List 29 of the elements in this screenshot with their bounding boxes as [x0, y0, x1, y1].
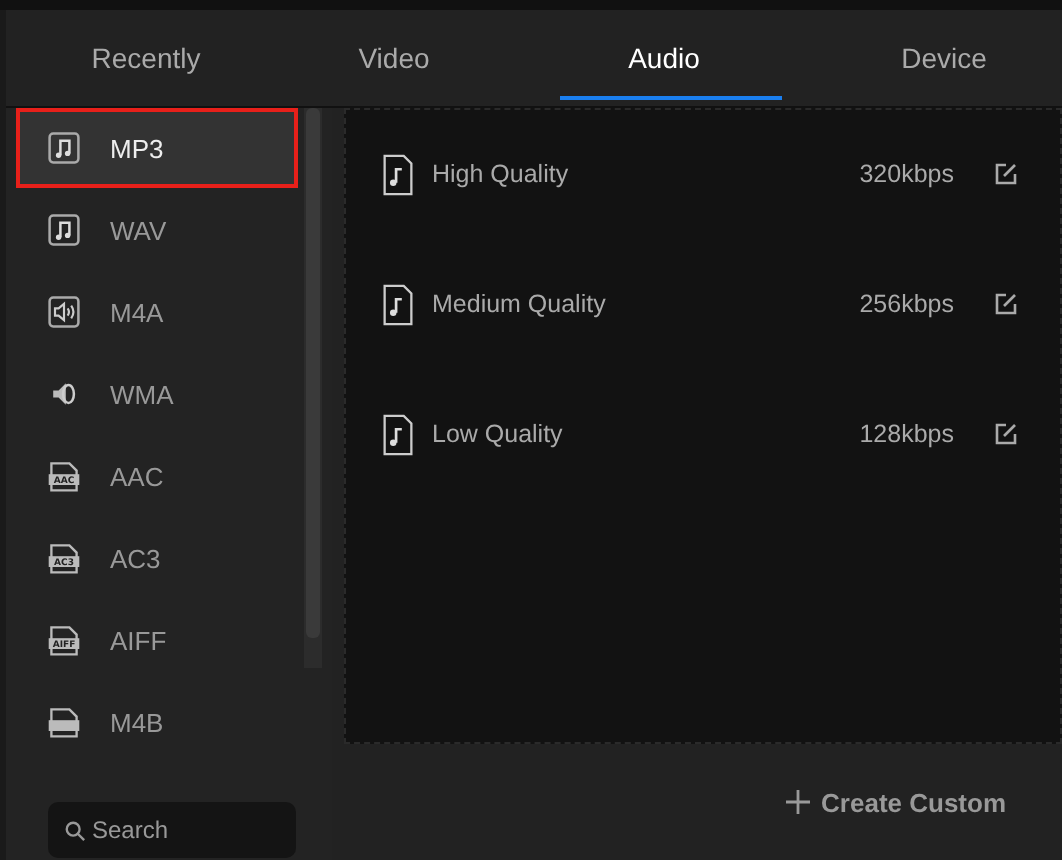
file-icon	[46, 704, 82, 740]
preset-name: Medium Quality	[432, 290, 608, 318]
format-item[interactable]: M4B	[16, 682, 298, 762]
edit-icon[interactable]	[994, 292, 1018, 316]
bitrate: 320kbps	[857, 160, 954, 188]
tab[interactable]: Audio	[502, 10, 826, 106]
audio-file-icon	[382, 153, 414, 195]
bitrate: 256kbps	[857, 290, 954, 318]
tab[interactable]: Device	[826, 10, 1062, 106]
format-item[interactable]: WAV	[16, 190, 298, 270]
tab[interactable]: Recently	[6, 10, 286, 106]
bitrate: 128kbps	[857, 420, 954, 448]
music-note-icon	[46, 212, 82, 248]
format-item[interactable]: WMA	[16, 354, 298, 434]
plus-icon	[785, 790, 810, 814]
preset-name: Low Quality	[432, 420, 565, 448]
music-note-icon	[46, 130, 82, 166]
edit-icon[interactable]	[994, 422, 1018, 446]
tab[interactable]: Video	[286, 10, 502, 106]
preset-name: High Quality	[432, 160, 571, 188]
audio-file-icon	[382, 413, 414, 455]
scrollbar-thumb[interactable]	[306, 108, 320, 638]
edit-icon[interactable]	[994, 162, 1018, 186]
create-custom-button[interactable]: Create Custom	[781, 783, 1010, 821]
audio-file-icon	[382, 283, 414, 325]
format-item[interactable]: M4A	[16, 272, 298, 352]
format-item[interactable]: MP3	[16, 108, 298, 188]
search-field[interactable]: Search	[48, 802, 296, 858]
speaker-icon	[46, 294, 82, 330]
